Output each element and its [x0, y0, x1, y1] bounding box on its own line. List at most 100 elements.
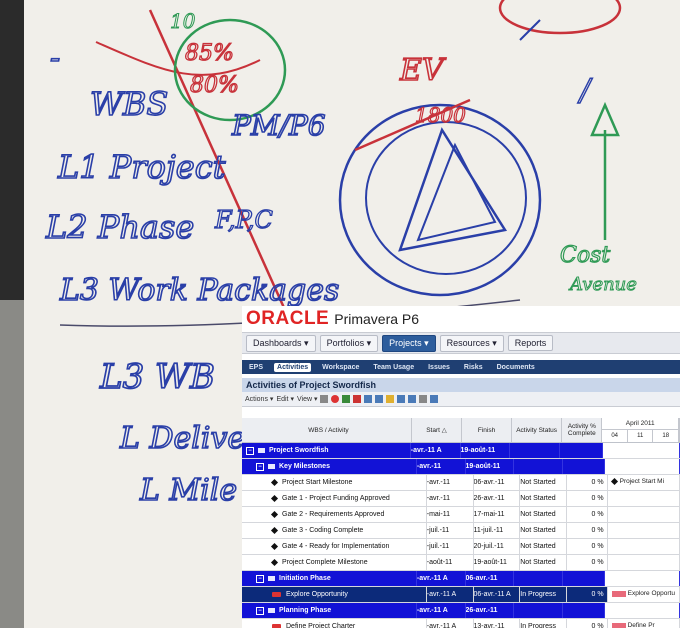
table-row[interactable]: − Key Milestones -avr.-11 19-août-11: [242, 459, 680, 475]
delete-icon[interactable]: [353, 395, 362, 403]
table-row[interactable]: − Initiation Phase -avr.-11 A 06-avr.-11: [242, 571, 680, 587]
cell-start: -avr.-11 A: [417, 603, 466, 618]
menu-label: Dashboards: [253, 337, 302, 348]
level-icon[interactable]: [408, 395, 417, 403]
gantt-cell: [604, 603, 680, 618]
activity-name: Project Complete Milestone: [282, 559, 368, 566]
table-row[interactable]: Explore Opportunity -avr.-11 A 06-avr.-11 …: [242, 587, 680, 603]
gantt-label: Explore Opportu: [627, 590, 675, 597]
stop-icon[interactable]: [331, 395, 340, 403]
tab-eps[interactable]: EPS: [246, 363, 266, 372]
tab-issues[interactable]: Issues: [425, 363, 453, 372]
cell-status: In Progress: [520, 587, 567, 602]
cell-status: Not Started: [520, 491, 567, 506]
gantt-bar: [611, 623, 626, 628]
grid-icon[interactable]: [320, 395, 329, 403]
col-wbs[interactable]: WBS / Activity: [242, 418, 412, 442]
print-icon[interactable]: [419, 395, 428, 403]
gantt-day: 11: [628, 430, 654, 442]
cell-wbs: Project Complete Milestone: [242, 555, 427, 570]
col-start-label: Start: [426, 426, 440, 434]
col-start[interactable]: Start △: [412, 418, 462, 442]
milestone-icon: [270, 542, 279, 551]
table-row[interactable]: Project Start Milestone -avr.-11 06-avr.-1…: [242, 475, 680, 491]
table-row[interactable]: − Planning Phase -avr.-11 A 26-avr.-11: [242, 603, 680, 619]
menu-portfolios[interactable]: Portfolios ▾: [319, 334, 379, 352]
collapse-icon[interactable]: −: [256, 574, 264, 583]
tab-risks[interactable]: Risks: [461, 363, 486, 372]
activity-name: Define Project Charter: [286, 623, 356, 628]
tab-team-usage[interactable]: Team Usage: [370, 363, 417, 372]
table-row[interactable]: Gate 2 - Requirements Approved -mai-11 17-…: [242, 507, 680, 523]
tab-workspace[interactable]: Workspace: [319, 363, 362, 372]
svg-text:PM/P6: PM/P6: [231, 109, 326, 142]
tab-activities[interactable]: Activities: [274, 362, 312, 372]
svg-text:L Delive: L Delive: [119, 421, 245, 456]
col-status[interactable]: Activity Status: [512, 418, 563, 442]
cell-status: [514, 603, 563, 618]
cell-status: [514, 459, 563, 474]
milestone-icon: [270, 558, 279, 567]
cell-pct: 0 %: [567, 587, 608, 602]
add-icon[interactable]: [342, 395, 351, 403]
view-menu[interactable]: View ▾: [297, 395, 318, 403]
actions-menu[interactable]: Actions ▾: [245, 395, 273, 403]
cell-status: Not Started: [520, 475, 567, 490]
cell-start: -avr.-11: [417, 459, 466, 474]
activity-name: Gate 3 - Coding Complete: [282, 527, 364, 534]
cell-wbs: Gate 3 - Coding Complete: [242, 523, 427, 538]
menu-projects[interactable]: Projects ▾: [382, 334, 436, 352]
menu-label: Reports: [514, 338, 547, 348]
zoom-icon[interactable]: [430, 395, 439, 403]
main-menu-bar: Dashboards ▾ Portfolios ▾ Projects ▾ Res…: [242, 332, 680, 354]
tab-documents[interactable]: Documents: [494, 363, 538, 372]
collapse-icon[interactable]: −: [256, 462, 264, 471]
cell-start: -avr.-11 A: [411, 443, 461, 458]
collapse-icon[interactable]: −: [246, 446, 254, 455]
cell-status: Not Started: [520, 555, 567, 570]
table-row[interactable]: Define Project Charter -avr.-11 A 13-avr.-…: [242, 619, 680, 628]
link-icon[interactable]: [375, 395, 384, 403]
collapse-icon[interactable]: −: [256, 606, 264, 615]
cell-finish: 13-avr.-11: [474, 619, 521, 628]
cell-start: -août-11: [427, 555, 474, 570]
folder-icon[interactable]: [386, 395, 395, 403]
menu-label: Projects: [389, 337, 422, 348]
menu-dashboards[interactable]: Dashboards ▾: [246, 334, 316, 352]
activity-icon: [272, 624, 281, 628]
menu-label: Resources: [446, 337, 490, 348]
svg-text:1800: 1800: [415, 103, 466, 127]
gantt-cell: [604, 459, 680, 474]
gantt-cell: [607, 539, 680, 554]
table-row[interactable]: Project Complete Milestone -août-11 19-aoû…: [242, 555, 680, 571]
gantt-cell: Explore Opportu: [607, 587, 680, 602]
activity-name: Initiation Phase: [279, 575, 331, 582]
col-pct-complete[interactable]: Activity % Complete: [562, 418, 603, 442]
activity-icon: [272, 592, 281, 597]
edit-label: Edit: [276, 396, 289, 403]
view-label: View: [296, 396, 313, 403]
wbs-folder-icon: [268, 464, 275, 469]
gantt-day: 18: [653, 430, 679, 442]
table-row[interactable]: Gate 1 - Project Funding Approved -avr.-1…: [242, 491, 680, 507]
activity-name: Planning Phase: [279, 607, 332, 614]
table-row[interactable]: Gate 4 - Ready for Implementation -juil.-…: [242, 539, 680, 555]
cell-pct: [563, 571, 605, 586]
cell-start: -avr.-11 A: [427, 619, 474, 628]
svg-text:/: /: [577, 73, 593, 108]
table-row[interactable]: − Project Swordfish -avr.-11 A 19-août-11: [242, 443, 680, 459]
cell-start: -avr.-11: [427, 475, 474, 490]
menu-reports[interactable]: Reports: [507, 335, 554, 351]
cell-start: -avr.-11 A: [427, 587, 474, 602]
edit-menu[interactable]: Edit ▾: [276, 395, 294, 403]
gantt-cell: Define Pr: [607, 619, 680, 628]
assign-icon[interactable]: [364, 395, 373, 403]
menu-resources[interactable]: Resources ▾: [439, 334, 504, 352]
cell-finish: 11-juil.-11: [474, 523, 521, 538]
cell-pct: 0 %: [567, 507, 608, 522]
col-finish[interactable]: Finish: [462, 418, 513, 442]
cell-wbs: Gate 2 - Requirements Approved: [242, 507, 427, 522]
gantt-label: Project Start Mi: [619, 478, 665, 485]
schedule-icon[interactable]: [397, 395, 406, 403]
table-row[interactable]: Gate 3 - Coding Complete -juil.-11 11-juil…: [242, 523, 680, 539]
